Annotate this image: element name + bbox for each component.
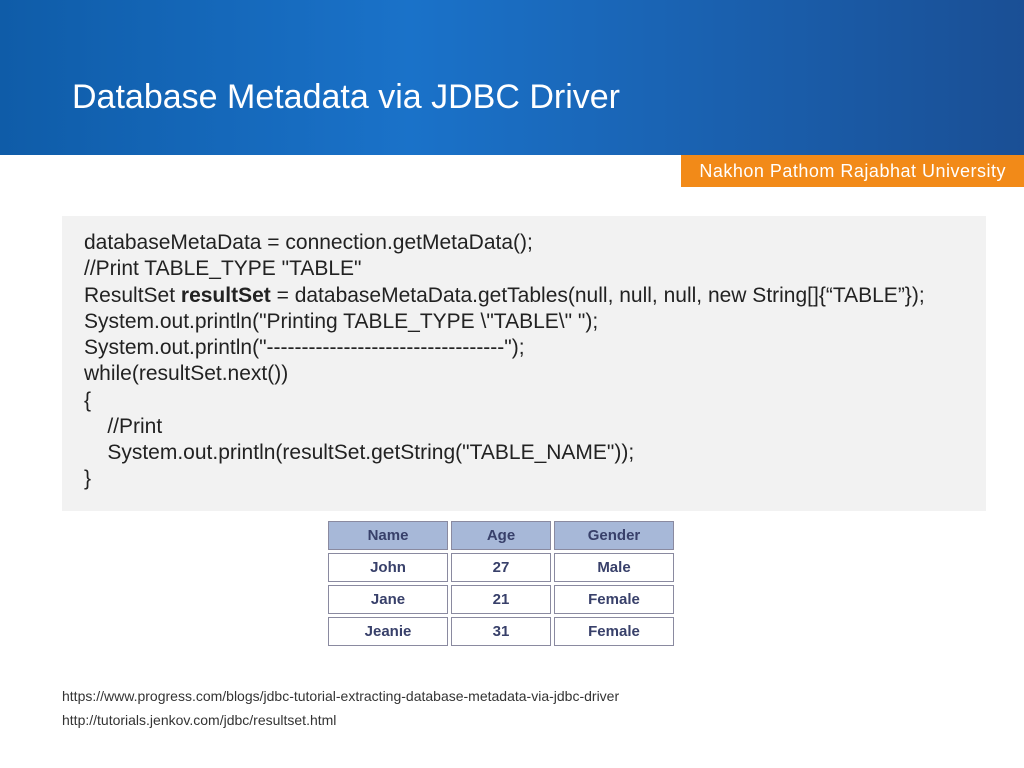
code-line: = databaseMetaData.getTables(null, null,… xyxy=(271,284,925,307)
table-header-row: Name Age Gender xyxy=(328,521,674,550)
table-header: Gender xyxy=(554,521,674,550)
subtitle-ribbon: Nakhon Pathom Rajabhat University xyxy=(681,155,1024,187)
example-table: Name Age Gender John 27 Male Jane 21 Fem… xyxy=(325,518,677,649)
table-cell: Jane xyxy=(328,585,448,614)
table-row: John 27 Male xyxy=(328,553,674,582)
table-cell: 21 xyxy=(451,585,551,614)
code-line: ResultSet xyxy=(84,284,181,307)
code-line: System.out.println(resultSet.getString("… xyxy=(84,441,634,464)
table-row: Jane 21 Female xyxy=(328,585,674,614)
reference-link[interactable]: http://tutorials.jenkov.com/jdbc/results… xyxy=(62,712,619,728)
table-cell: 27 xyxy=(451,553,551,582)
table-header: Age xyxy=(451,521,551,550)
table-cell: Male xyxy=(554,553,674,582)
references: https://www.progress.com/blogs/jdbc-tuto… xyxy=(62,680,619,728)
reference-link[interactable]: https://www.progress.com/blogs/jdbc-tuto… xyxy=(62,688,619,704)
code-line: //Print xyxy=(84,415,162,438)
table-header: Name xyxy=(328,521,448,550)
title-bar: Database Metadata via JDBC Driver xyxy=(0,0,1024,155)
table-cell: Female xyxy=(554,617,674,646)
code-line: while(resultSet.next()) xyxy=(84,362,288,385)
table-row: Jeanie 31 Female xyxy=(328,617,674,646)
code-bold: resultSet xyxy=(181,284,271,307)
slide-title: Database Metadata via JDBC Driver xyxy=(72,78,1024,117)
code-line: } xyxy=(84,467,91,490)
code-line: { xyxy=(84,389,91,412)
table-cell: John xyxy=(328,553,448,582)
code-line: System.out.println("Printing TABLE_TYPE … xyxy=(84,310,598,333)
code-line: System.out.println("--------------------… xyxy=(84,336,525,359)
code-line: //Print TABLE_TYPE "TABLE" xyxy=(84,257,362,280)
code-block: databaseMetaData = connection.getMetaDat… xyxy=(62,216,986,511)
table-cell: 31 xyxy=(451,617,551,646)
code-line: databaseMetaData = connection.getMetaDat… xyxy=(84,231,533,254)
table-cell: Jeanie xyxy=(328,617,448,646)
slide: Database Metadata via JDBC Driver Nakhon… xyxy=(0,0,1024,768)
table-cell: Female xyxy=(554,585,674,614)
